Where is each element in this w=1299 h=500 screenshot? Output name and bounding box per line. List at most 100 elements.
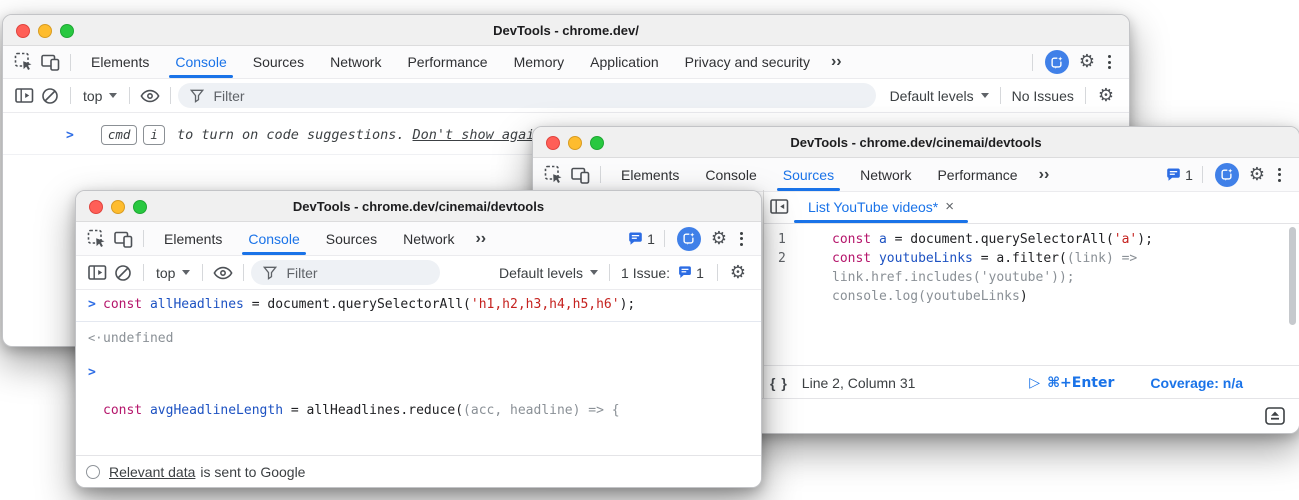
settings-gear-icon[interactable]: ⚙: [1074, 53, 1100, 71]
execution-context-selector[interactable]: top: [151, 265, 195, 281]
issues-bubble-icon: [677, 265, 693, 280]
console-sidebar-icon[interactable]: [84, 260, 110, 286]
tab-sources[interactable]: Sources: [770, 158, 847, 191]
filter-input[interactable]: Filter: [178, 83, 875, 108]
live-expression-eye-icon[interactable]: [210, 260, 236, 286]
line-number: 1: [764, 230, 832, 249]
tab-elements[interactable]: Elements: [608, 158, 692, 191]
pretty-print-icon[interactable]: { }: [770, 375, 788, 391]
expand-drawer-icon[interactable]: [1265, 407, 1285, 425]
tab-network[interactable]: Network: [847, 158, 924, 191]
zoom-window-button[interactable]: [590, 136, 604, 150]
traffic-lights: [546, 136, 604, 150]
window-titlebar[interactable]: DevTools - chrome.dev/cinemai/devtools: [533, 127, 1299, 158]
filter-placeholder: Filter: [213, 88, 244, 104]
minimize-window-button[interactable]: [38, 24, 52, 38]
divider: [600, 166, 601, 183]
tab-privacy-security[interactable]: Privacy and security: [672, 46, 823, 78]
issues-status[interactable]: 1 Issue: 1: [617, 265, 710, 281]
clear-console-icon[interactable]: [110, 260, 136, 286]
console-log-area[interactable]: > const allHeadlines = document.querySel…: [76, 287, 761, 456]
kebab-menu-icon[interactable]: [1100, 55, 1119, 69]
tab-network[interactable]: Network: [390, 222, 467, 255]
issues-count: 1: [1185, 167, 1193, 183]
inspect-icon[interactable]: [84, 226, 110, 252]
tab-sources[interactable]: Sources: [313, 222, 390, 255]
console-settings-gear-icon[interactable]: ⚙: [1093, 87, 1119, 105]
device-toolbar-icon[interactable]: [37, 49, 63, 75]
tab-elements[interactable]: Elements: [151, 222, 235, 255]
console-command: > const allHeadlines = document.querySel…: [76, 287, 761, 322]
issues-bubble-icon[interactable]: [1165, 167, 1182, 183]
coverage-link[interactable]: Coverage: n/a: [1150, 375, 1243, 391]
console-sidebar-icon[interactable]: [11, 83, 37, 109]
window-titlebar[interactable]: DevTools - chrome.dev/: [3, 15, 1129, 46]
chevron-down-icon: [182, 270, 190, 275]
issues-bubble-icon[interactable]: [627, 231, 644, 247]
tab-performance[interactable]: Performance: [924, 158, 1030, 191]
tab-memory[interactable]: Memory: [501, 46, 578, 78]
tab-sources[interactable]: Sources: [240, 46, 317, 78]
divider: [1000, 87, 1001, 104]
issue-count-label: 1 Issue:: [621, 265, 670, 281]
tab-console[interactable]: Console: [162, 46, 239, 78]
close-icon[interactable]: ×: [945, 198, 954, 215]
inspect-icon[interactable]: [11, 49, 37, 75]
clear-console-icon[interactable]: [37, 83, 63, 109]
code-editor[interactable]: 1 const a = document.querySelectorAll('a…: [764, 224, 1299, 365]
scrollbar-thumb[interactable]: [1289, 227, 1296, 325]
ai-assistance-icon[interactable]: [1215, 163, 1239, 187]
zoom-window-button[interactable]: [60, 24, 74, 38]
toggle-navigator-icon[interactable]: [766, 194, 792, 220]
divider: [1032, 54, 1033, 71]
tab-performance[interactable]: Performance: [394, 46, 500, 78]
code-line-wrap: console.log(youtubeLinks): [764, 287, 1299, 306]
more-tabs-icon[interactable]: ››: [1031, 166, 1058, 184]
kebab-menu-icon[interactable]: [732, 232, 751, 246]
filter-input[interactable]: Filter: [251, 260, 440, 285]
tab-application[interactable]: Application: [577, 46, 672, 78]
ai-assistance-icon[interactable]: [1045, 50, 1069, 74]
prompt-chevron: >: [88, 295, 103, 314]
settings-gear-icon[interactable]: ⚙: [1244, 166, 1270, 184]
divider: [143, 264, 144, 281]
execution-context-selector[interactable]: top: [78, 88, 122, 104]
inspect-icon[interactable]: [541, 162, 567, 188]
code-line-wrap: link.href.includes('youtube'));: [764, 268, 1299, 287]
log-levels-dropdown[interactable]: Default levels: [495, 265, 602, 281]
issues-status[interactable]: No Issues: [1008, 88, 1078, 104]
chevron-down-icon: [109, 93, 117, 98]
issues-count: 1: [696, 265, 704, 281]
live-expression-eye-icon[interactable]: [137, 83, 163, 109]
relevant-data-link[interactable]: Relevant data: [109, 464, 195, 480]
console-settings-gear-icon[interactable]: ⚙: [725, 264, 751, 282]
more-tabs-icon[interactable]: ››: [467, 230, 494, 248]
kebab-menu-icon[interactable]: [1270, 168, 1289, 182]
prompt-chevron: >: [88, 363, 103, 382]
settings-gear-icon[interactable]: ⚙: [706, 230, 732, 248]
dont-show-again-link[interactable]: Don't show again: [413, 127, 543, 143]
minimize-window-button[interactable]: [568, 136, 582, 150]
tab-console[interactable]: Console: [235, 222, 312, 255]
ai-assistance-icon[interactable]: [677, 227, 701, 251]
minimize-window-button[interactable]: [111, 200, 125, 214]
window-titlebar[interactable]: DevTools - chrome.dev/cinemai/devtools: [76, 191, 761, 222]
tab-console[interactable]: Console: [692, 158, 769, 191]
issues-count: 1: [647, 231, 655, 247]
code-line: 1 const a = document.querySelectorAll('a…: [764, 230, 1299, 249]
log-levels-dropdown[interactable]: Default levels: [886, 88, 993, 104]
file-tab[interactable]: List YouTube videos* ×: [794, 190, 968, 223]
run-snippet-shortcut[interactable]: ▷ ⌘+Enter: [1029, 375, 1114, 391]
device-toolbar-icon[interactable]: [567, 162, 593, 188]
more-tabs-icon[interactable]: ››: [823, 53, 850, 71]
close-window-button[interactable]: [16, 24, 30, 38]
zoom-window-button[interactable]: [133, 200, 147, 214]
chevron-down-icon: [981, 93, 989, 98]
devtools-window-console: DevTools - chrome.dev/cinemai/devtools E…: [75, 190, 762, 488]
tab-elements[interactable]: Elements: [78, 46, 162, 78]
levels-label: Default levels: [890, 88, 974, 104]
device-toolbar-icon[interactable]: [110, 226, 136, 252]
close-window-button[interactable]: [89, 200, 103, 214]
close-window-button[interactable]: [546, 136, 560, 150]
tab-network[interactable]: Network: [317, 46, 394, 78]
